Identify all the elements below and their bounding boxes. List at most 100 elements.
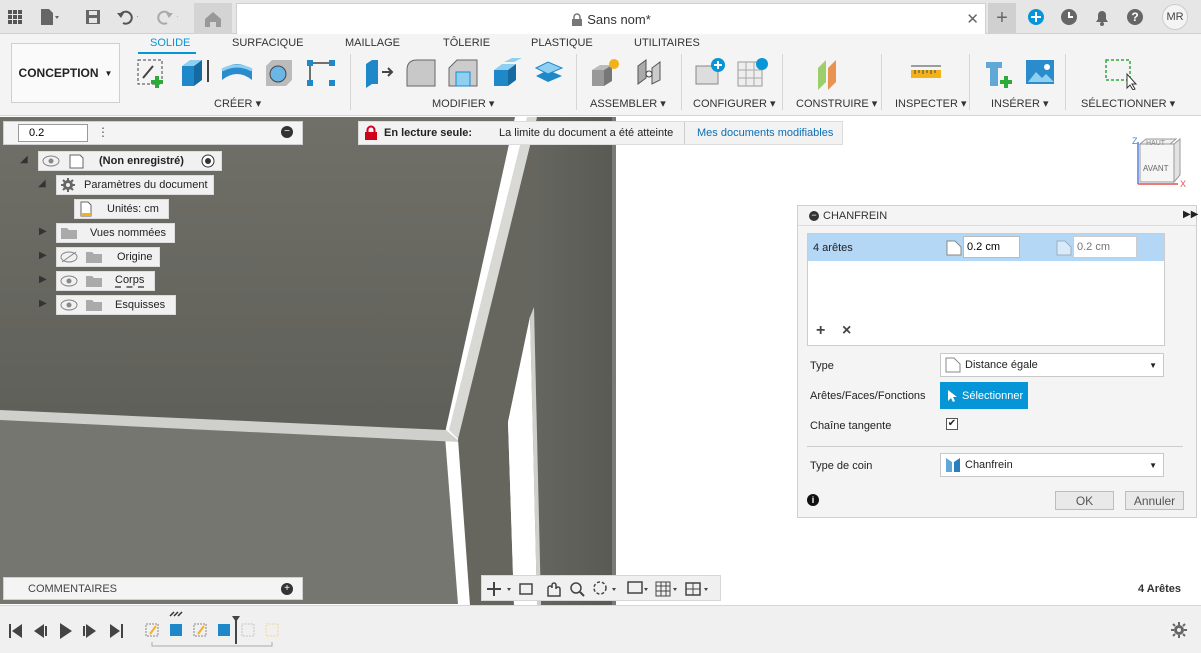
browser-value-input[interactable]: [18, 124, 88, 142]
tab-surfacique[interactable]: SURFACIQUE: [232, 37, 304, 49]
banner-message: La limite du document a été atteinte: [499, 127, 674, 139]
offset-plane-icon[interactable]: [815, 56, 849, 90]
add-comment-icon[interactable]: +: [281, 583, 293, 595]
group-creer[interactable]: CRÉER ▾: [214, 97, 261, 110]
group-modifier[interactable]: MODIFIER ▾: [432, 97, 494, 110]
chevron-down-icon: ▼: [1149, 360, 1157, 370]
select-edges-button[interactable]: Sélectionner: [940, 382, 1028, 409]
group-assembler[interactable]: ASSEMBLER ▾: [590, 97, 666, 110]
selection-label: 4 arêtes: [813, 242, 853, 254]
expand-esquisses-icon[interactable]: ▶: [39, 298, 47, 309]
group-inspecter[interactable]: INSPECTER ▾: [895, 97, 967, 110]
remove-selection-icon[interactable]: ×: [842, 322, 851, 340]
tab-tolerie[interactable]: TÔLERIE: [443, 37, 490, 49]
expand-corps-icon[interactable]: ▶: [39, 274, 47, 285]
home-tab[interactable]: [194, 3, 232, 34]
eye-hidden-icon[interactable]: [59, 250, 79, 264]
browser-item-esquisses[interactable]: Esquisses: [56, 295, 176, 315]
info-icon[interactable]: i: [807, 494, 819, 506]
browser-root-node[interactable]: (Non enregistré): [38, 151, 222, 171]
add-selection-icon[interactable]: +: [816, 322, 825, 340]
configure-table-icon[interactable]: [694, 56, 728, 90]
tab-plastique[interactable]: PLASTIQUE: [531, 37, 593, 49]
expand-origine-icon[interactable]: ▶: [39, 250, 47, 261]
help-icon[interactable]: ?: [1124, 6, 1146, 28]
tab-utilitaires[interactable]: UTILITAIRES: [634, 37, 700, 49]
eye-icon[interactable]: [41, 154, 61, 168]
insert-mcmaster-icon[interactable]: [982, 56, 1016, 90]
root-label: (Non enregistré): [99, 155, 184, 167]
collapse-icon[interactable]: −: [281, 126, 293, 138]
workspace-switcher[interactable]: CONCEPTION ▼: [11, 43, 120, 103]
avatar[interactable]: MR: [1162, 4, 1188, 30]
new-tab-icon[interactable]: +: [988, 3, 1016, 34]
divider: [807, 446, 1183, 447]
more-options-icon[interactable]: ⋮: [97, 125, 109, 139]
new-component-icon[interactable]: [588, 56, 622, 90]
tab-solide[interactable]: SOLIDE: [150, 37, 190, 49]
combine-icon[interactable]: [532, 56, 566, 90]
joint-icon[interactable]: [632, 56, 666, 90]
chamfer-icon[interactable]: [446, 56, 480, 90]
type-select[interactable]: Distance égale ▼: [940, 353, 1164, 377]
bell-icon[interactable]: [1091, 6, 1113, 28]
expand-icon[interactable]: ▶▶: [1183, 209, 1198, 220]
extrude-icon[interactable]: [178, 56, 212, 90]
revolve-icon[interactable]: [220, 56, 254, 90]
ok-button[interactable]: OK: [1055, 491, 1114, 510]
save-icon[interactable]: [82, 6, 104, 28]
browser-item-label: Origine: [117, 251, 153, 263]
group-selectionner[interactable]: SÉLECTIONNER ▾: [1081, 97, 1175, 110]
file-icon[interactable]: [38, 6, 60, 28]
banner-link[interactable]: Mes documents modifiables: [697, 127, 833, 139]
expand-params-icon[interactable]: ◢: [38, 178, 46, 189]
comments-panel[interactable]: COMMENTAIRES +: [3, 577, 303, 600]
browser-item-unites[interactable]: Unités: cm: [74, 199, 169, 219]
clock-icon[interactable]: [1058, 6, 1080, 28]
measure-icon[interactable]: [909, 56, 943, 90]
collapse-icon[interactable]: −: [809, 211, 819, 221]
expand-root-icon[interactable]: ◢: [20, 154, 28, 165]
browser-item-parametres[interactable]: Paramètres du document: [56, 175, 214, 195]
folder-icon: [61, 228, 77, 239]
browser-item-corps[interactable]: Corps: [56, 271, 155, 291]
undo-icon[interactable]: [116, 6, 138, 28]
distance2-input[interactable]: [1073, 236, 1137, 258]
browser-item-vues[interactable]: Vues nommées: [56, 223, 175, 243]
folder-icon: [86, 300, 102, 311]
tab-maillage[interactable]: MAILLAGE: [345, 37, 400, 49]
gear-icon[interactable]: [1170, 621, 1188, 639]
corner-select[interactable]: Chanfrein ▼: [940, 453, 1164, 477]
shell-icon[interactable]: [490, 56, 524, 90]
press-pull-icon[interactable]: [362, 56, 396, 90]
eye-icon[interactable]: [59, 274, 79, 288]
insert-canvas-icon[interactable]: [1024, 56, 1058, 90]
apps-grid-icon[interactable]: [4, 6, 26, 28]
hole-icon[interactable]: [262, 56, 296, 90]
look-at-icon: [519, 583, 533, 595]
document-tab[interactable]: Sans nom* ✕: [236, 3, 986, 34]
distance-input[interactable]: [963, 236, 1020, 258]
viewcube[interactable]: HAUT AVANT Z X: [1130, 136, 1190, 191]
group-configurer[interactable]: CONFIGURER ▾: [693, 97, 776, 110]
create-sketch-icon[interactable]: [135, 56, 169, 90]
redo-icon[interactable]: [156, 6, 178, 28]
selection-row[interactable]: 4 arêtes: [808, 234, 1164, 261]
pattern-icon[interactable]: [304, 56, 338, 90]
expand-vues-icon[interactable]: ▶: [39, 226, 47, 237]
close-icon[interactable]: ✕: [966, 10, 979, 28]
browser-item-origine[interactable]: Origine: [56, 247, 160, 267]
navigation-bar: [481, 575, 721, 601]
cancel-button[interactable]: Annuler: [1125, 491, 1184, 510]
timeline-sketch-icon: [241, 623, 255, 637]
activate-icon[interactable]: [201, 154, 215, 168]
fillet-icon[interactable]: [404, 56, 438, 90]
configure-rules-icon[interactable]: [736, 56, 770, 90]
group-inserer[interactable]: INSÉRER ▾: [991, 97, 1048, 110]
tangent-checkbox[interactable]: ✔: [946, 418, 958, 430]
eye-icon[interactable]: [59, 298, 79, 312]
extension-icon[interactable]: [1025, 6, 1047, 28]
group-construire[interactable]: CONSTRUIRE ▾: [796, 97, 877, 110]
distance-icon: [945, 357, 961, 373]
select-icon[interactable]: [1103, 56, 1137, 90]
